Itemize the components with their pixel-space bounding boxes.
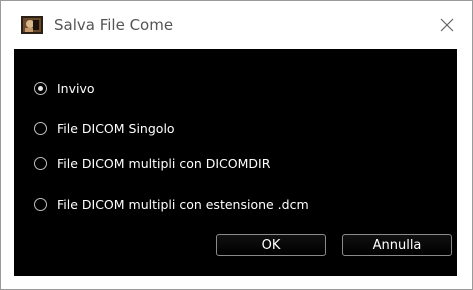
option-label[interactable]: File DICOM multipli con DICOMDIR xyxy=(57,156,270,171)
option-dicom-multi-dcm[interactable]: File DICOM multipli con estensione .dcm xyxy=(34,193,309,215)
option-label[interactable]: Invivo xyxy=(57,81,95,96)
option-label[interactable]: File DICOM multipli con estensione .dcm xyxy=(57,197,309,212)
save-as-dialog: Salva File Come Invivo File DICOM Singol… xyxy=(0,0,473,290)
cancel-button[interactable]: Annulla xyxy=(342,234,452,256)
app-photo-icon xyxy=(21,16,43,34)
radio-button[interactable] xyxy=(34,121,47,135)
ok-button[interactable]: OK xyxy=(216,234,326,256)
radio-button[interactable] xyxy=(34,156,47,170)
option-label[interactable]: File DICOM Singolo xyxy=(57,121,175,136)
option-dicom-single[interactable]: File DICOM Singolo xyxy=(34,117,175,139)
title-bar: Salva File Come xyxy=(1,1,472,49)
radio-button-selected[interactable] xyxy=(34,81,47,95)
close-icon[interactable] xyxy=(433,11,461,39)
option-invivo[interactable]: Invivo xyxy=(34,77,95,99)
window-title: Salva File Come xyxy=(54,16,174,34)
radio-dot xyxy=(38,85,43,91)
dialog-content: Invivo File DICOM Singolo File DICOM mul… xyxy=(14,49,457,276)
radio-button[interactable] xyxy=(34,197,47,211)
option-dicom-multi-dicomdir[interactable]: File DICOM multipli con DICOMDIR xyxy=(34,152,270,174)
